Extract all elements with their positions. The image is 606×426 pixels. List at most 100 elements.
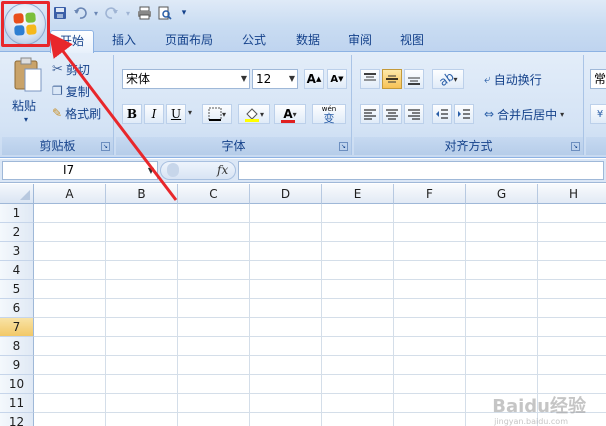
phonetic-button[interactable]: wén 变	[312, 104, 346, 124]
column-header-e[interactable]: E	[322, 184, 394, 204]
undo-icon[interactable]	[72, 5, 88, 21]
customize-qat-icon[interactable]: ▾	[176, 5, 192, 21]
fill-color-button[interactable]: ▾	[238, 104, 270, 124]
merge-center-button[interactable]: ⇔ 合并后居中 ▾	[484, 104, 564, 124]
number-group-label	[586, 137, 606, 155]
gridline-horizontal	[34, 222, 606, 223]
select-all-corner[interactable]	[0, 184, 34, 204]
formula-grip-icon	[167, 163, 179, 177]
column-header-a[interactable]: A	[34, 184, 106, 204]
print-icon[interactable]	[136, 5, 152, 21]
gridline-horizontal	[34, 279, 606, 280]
row-header-10[interactable]: 10	[0, 375, 34, 394]
paste-button[interactable]: 粘贴 ▾	[8, 57, 48, 131]
font-family-select[interactable]: 宋体 ▼	[122, 69, 250, 89]
currency-icon: ¥	[596, 108, 604, 120]
tab-page-layout[interactable]: 页面布局	[156, 30, 222, 52]
bold-icon: B	[126, 107, 138, 121]
borders-icon	[208, 107, 222, 121]
align-center-button[interactable]	[382, 104, 402, 124]
row-header-4[interactable]: 4	[0, 261, 34, 280]
column-header-b[interactable]: B	[106, 184, 178, 204]
insert-function-icon[interactable]: fx	[217, 163, 228, 177]
align-left-button[interactable]	[360, 104, 380, 124]
row-header-5[interactable]: 5	[0, 280, 34, 299]
align-right-icon	[408, 109, 420, 120]
number-format-select[interactable]: 常	[590, 69, 606, 89]
font-color-button[interactable]: A ▾	[274, 104, 306, 124]
currency-button[interactable]: ¥	[590, 104, 606, 124]
bold-button[interactable]: B	[122, 104, 142, 124]
row-header-11[interactable]: 11	[0, 394, 34, 413]
gridline-horizontal	[34, 298, 606, 299]
orientation-button[interactable]: ab ▾	[432, 69, 464, 89]
highlight-box	[1, 1, 50, 47]
watermark: Baidu经验	[492, 396, 586, 417]
save-icon[interactable]	[52, 5, 68, 21]
tab-view[interactable]: 视图	[392, 30, 432, 52]
column-header-c[interactable]: C	[178, 184, 250, 204]
name-box[interactable]: I7 ▼	[2, 161, 158, 180]
row-header-8[interactable]: 8	[0, 337, 34, 356]
wrap-text-icon: ⤶	[484, 71, 491, 86]
gridline-horizontal	[34, 317, 606, 318]
redo-dropdown-icon[interactable]: ▾	[124, 5, 132, 21]
cut-button[interactable]: ✂ 剪切	[52, 59, 90, 79]
paste-label: 粘贴	[12, 99, 37, 113]
row-header-7[interactable]: 7	[0, 318, 34, 337]
align-top-button[interactable]	[360, 69, 380, 89]
wrap-text-label: 自动换行	[493, 72, 542, 87]
grow-font-button[interactable]: A ▲	[304, 69, 324, 89]
align-bottom-icon	[408, 77, 420, 85]
font-size-select[interactable]: 12 ▼	[252, 69, 298, 89]
row-header-6[interactable]: 6	[0, 299, 34, 318]
tab-data[interactable]: 数据	[286, 30, 330, 52]
tab-formulas[interactable]: 公式	[234, 30, 274, 52]
align-bottom-button[interactable]	[404, 69, 424, 89]
increase-indent-button[interactable]	[454, 104, 474, 124]
redo-icon[interactable]	[104, 5, 120, 21]
row-header-12[interactable]: 12	[0, 413, 34, 426]
select-all-icon	[20, 190, 30, 200]
align-middle-button[interactable]	[382, 69, 402, 89]
align-center-icon	[386, 109, 398, 120]
row-header-3[interactable]: 3	[0, 242, 34, 261]
format-painter-label: 格式刷	[65, 106, 102, 121]
shrink-font-button[interactable]: A ▼	[327, 69, 347, 89]
gridline-horizontal	[34, 241, 606, 242]
clipboard-launcher-icon[interactable]: ↘	[101, 142, 110, 151]
tab-home[interactable]: 开始	[50, 30, 94, 53]
column-header-f[interactable]: F	[394, 184, 466, 204]
underline-dropdown-icon[interactable]: ▾	[188, 108, 192, 117]
font-color-letter: A	[283, 107, 293, 121]
column-header-d[interactable]: D	[250, 184, 322, 204]
column-header-g[interactable]: G	[466, 184, 538, 204]
italic-button[interactable]: I	[144, 104, 164, 124]
font-family-dropdown-icon: ▼	[240, 74, 247, 83]
column-header-h[interactable]: H	[538, 184, 606, 204]
row-header-9[interactable]: 9	[0, 356, 34, 375]
tab-insert[interactable]: 插入	[104, 30, 144, 52]
tab-review[interactable]: 审阅	[340, 30, 380, 52]
decrease-indent-button[interactable]	[432, 104, 452, 124]
format-painter-button[interactable]: ✎ 格式刷	[52, 103, 101, 123]
merge-dropdown-icon: ▾	[560, 109, 565, 119]
undo-dropdown-icon[interactable]: ▾	[92, 5, 100, 21]
brush-icon: ✎	[52, 106, 63, 120]
row-header-2[interactable]: 2	[0, 223, 34, 242]
font-launcher-icon[interactable]: ↘	[339, 142, 348, 151]
alignment-group: ab ▾ ⤶ 自动换行 ⇔ 合并后居中 ▾ 对齐方式 ↘	[354, 55, 584, 155]
wrap-text-button[interactable]: ⤶ 自动换行	[484, 69, 542, 89]
copy-label: 复制	[65, 84, 90, 99]
print-preview-icon[interactable]	[156, 5, 172, 21]
font-size-value: 12	[256, 72, 272, 86]
shrink-font-icon: A	[330, 73, 339, 85]
align-right-button[interactable]	[404, 104, 424, 124]
merge-center-label: 合并后居中	[497, 107, 558, 122]
borders-button[interactable]: ▾	[202, 104, 232, 124]
formula-input[interactable]	[238, 161, 604, 180]
copy-button[interactable]: ❐ 复制	[52, 81, 90, 101]
alignment-launcher-icon[interactable]: ↘	[571, 142, 580, 151]
row-header-1[interactable]: 1	[0, 204, 34, 223]
underline-button[interactable]: U	[166, 104, 186, 124]
